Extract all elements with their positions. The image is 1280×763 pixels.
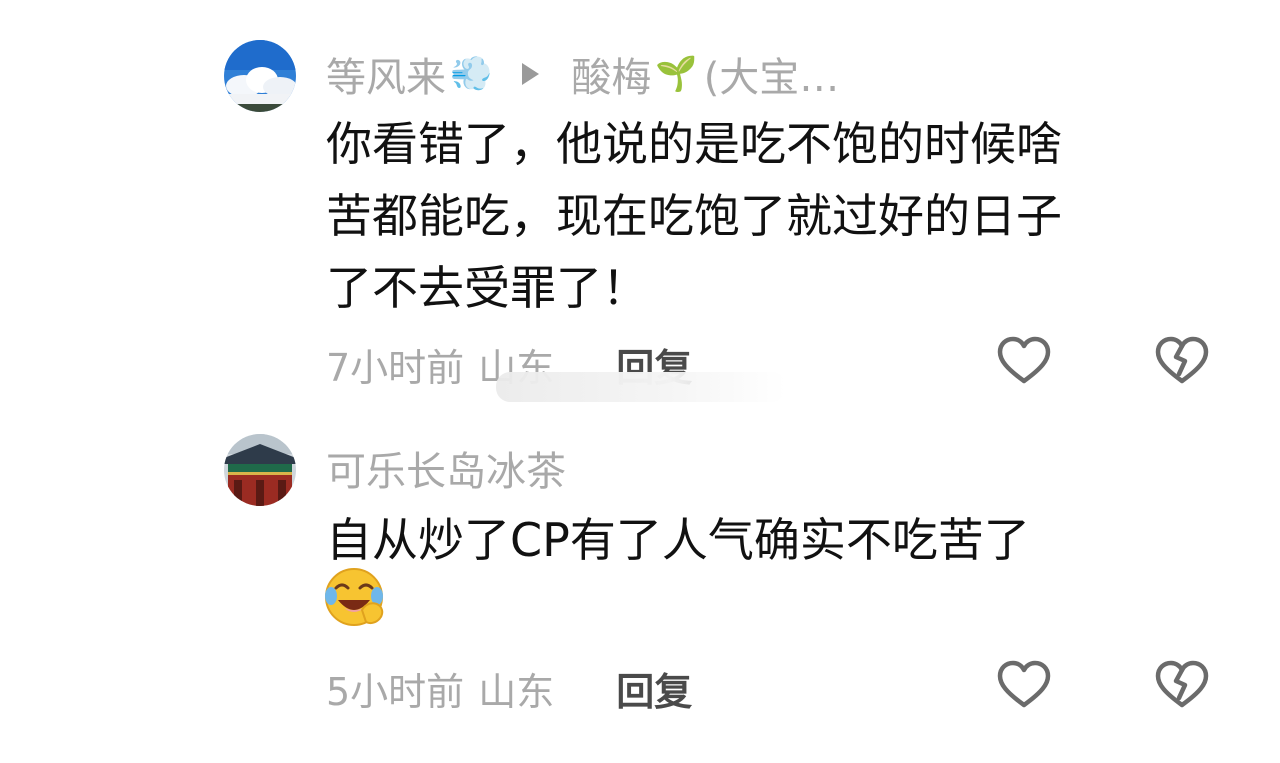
author-name[interactable]: 可乐长岛冰茶 [326, 439, 566, 497]
comment-body: 自从炒了CP有了人气确实不吃苦了 [326, 504, 1216, 576]
comment-line: 自从炒了CP有了人气确实不吃苦了 [326, 513, 1030, 567]
avatar[interactable] [224, 434, 296, 506]
broken-heart-icon [1155, 336, 1209, 384]
comment-time: 5小时前 [326, 669, 465, 714]
reply-to-emoji: 🌱 [655, 54, 698, 94]
comment-line: 了不去受罪了！ [326, 261, 648, 315]
blurred-overlay [496, 372, 786, 402]
comment-line: 苦都能吃，现在吃饱了就过好的日子 [326, 189, 1062, 243]
like-button[interactable] [996, 658, 1052, 714]
reply-to-suffix: (大宝… [703, 55, 840, 101]
comment-line: 你看错了，他说的是吃不饱的时候啥 [326, 117, 1062, 171]
reply-button[interactable]: 回复 [616, 661, 692, 716]
comment-header: 可乐长岛冰茶 [326, 440, 566, 496]
comment-item: 等风来 💨 酸梅 🌱 (大宝… 你看错了，他说的是吃不饱的时候啥 苦都能吃，现在… [0, 0, 1280, 420]
dislike-button[interactable] [1154, 334, 1210, 390]
like-button[interactable] [996, 334, 1052, 390]
reply-arrow-icon [522, 63, 540, 85]
author-emoji: 💨 [450, 54, 493, 94]
dislike-button[interactable] [1154, 658, 1210, 714]
comment-header: 等风来 💨 酸梅 🌱 (大宝… [326, 46, 839, 102]
heart-outline-icon [997, 336, 1051, 384]
heart-outline-icon [997, 660, 1051, 708]
broken-heart-icon [1155, 660, 1209, 708]
avatar-building-image [224, 434, 296, 506]
avatar-sky-image [224, 40, 296, 112]
author-name[interactable]: 等风来 [326, 45, 446, 103]
reply-to-name[interactable]: 酸梅 [571, 45, 651, 103]
comment-footer: 5小时前 山东 回复 [326, 660, 1226, 716]
avatar[interactable] [224, 40, 296, 112]
comment-body: 你看错了，他说的是吃不饱的时候啥 苦都能吃，现在吃饱了就过好的日子 了不去受罪了… [326, 108, 1216, 324]
comment-item: 可乐长岛冰茶 自从炒了CP有了人气确实不吃苦了 5小时前 山东 回复 [0, 420, 1280, 763]
crying-laughing-emoji [322, 566, 386, 628]
comment-location: 山东 [478, 669, 555, 714]
comment-time: 7小时前 [326, 345, 465, 390]
